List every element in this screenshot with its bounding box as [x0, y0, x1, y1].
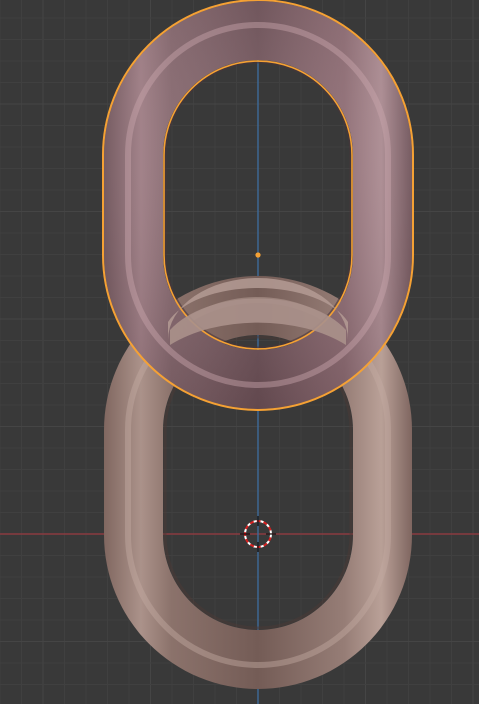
viewport-canvas[interactable] [0, 0, 479, 704]
3d-viewport[interactable] [0, 0, 479, 704]
object-origin-dot-icon [255, 252, 261, 258]
